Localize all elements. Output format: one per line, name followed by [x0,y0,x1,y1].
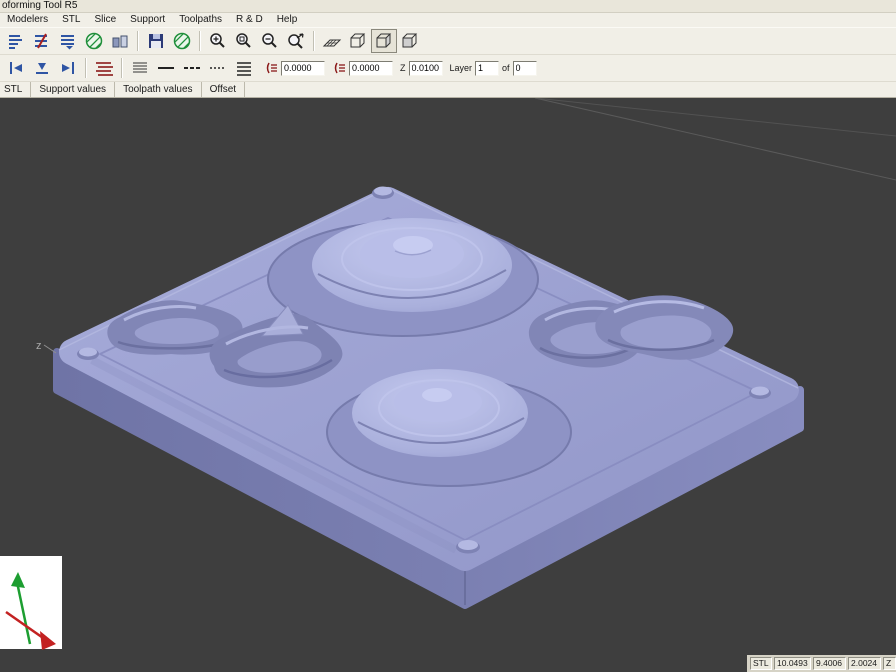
z-step-group: Z [399,61,443,76]
save-icon [147,32,165,50]
offset-b-group [331,60,393,76]
dotted-line-button[interactable] [205,56,231,80]
separator [121,58,123,78]
layer-next-button[interactable] [55,56,81,80]
machine-button[interactable] [107,29,133,53]
separator [313,31,315,51]
view-plane-button[interactable] [319,29,345,53]
layer-of-label: of [501,63,511,73]
offset-a-group [263,60,325,76]
viewport-canvas[interactable]: z [0,98,896,672]
view-box-iso-icon [374,32,394,50]
menu-toolpaths[interactable]: Toolpaths [172,13,229,27]
view-box-left-icon [348,32,368,50]
z-step-label: Z [399,63,407,73]
dashed-line-icon [182,59,202,77]
tab-stl[interactable]: STL [0,82,31,97]
zoom-window-button[interactable] [231,29,257,53]
menu-rd[interactable]: R & D [229,13,270,27]
save-button[interactable] [143,29,169,53]
toolpath-lines-button[interactable] [91,56,117,80]
orientation-gizmo [0,556,62,650]
view-box-iso-button[interactable] [371,29,397,53]
contour-lines-button[interactable] [127,56,153,80]
menu-modelers[interactable]: Modelers [0,13,55,27]
stl-list-button[interactable] [3,29,29,53]
sphere-shaded-icon [85,32,103,50]
tab-offset[interactable]: Offset [202,82,246,97]
model-3d [57,187,800,606]
layer-current-field[interactable] [475,61,499,76]
z-step-field[interactable] [409,61,443,76]
layer-down-icon [33,59,51,77]
viewport[interactable]: z [0,98,896,672]
status-mode: STL [750,657,772,670]
layer-down-button[interactable] [29,56,55,80]
separator [137,31,139,51]
layer-total-field[interactable] [513,61,537,76]
menu-slice[interactable]: Slice [87,13,123,27]
status-x: 10.0493 [774,657,811,670]
stl-compare-button[interactable] [29,29,55,53]
dashed-line-button[interactable] [179,56,205,80]
separator [85,58,87,78]
window-title: oforming Tool R5 [2,0,77,11]
z-axis-marker: z [36,340,56,353]
tab-strip: STL Support values Toolpath values Offse… [0,82,896,98]
tab-toolpath-values[interactable]: Toolpath values [115,82,202,97]
machine-icon [111,32,129,50]
contour-lines-icon [130,59,150,77]
menu-stl[interactable]: STL [55,13,87,27]
offset-b-field[interactable] [349,61,393,76]
view-box-right-icon [400,32,420,50]
stl-merge-icon [59,32,77,50]
menu-help[interactable]: Help [270,13,305,27]
tab-support-values[interactable]: Support values [31,82,115,97]
range-max-icon [331,60,347,76]
title-bar[interactable]: oforming Tool R5 [0,0,896,13]
view-box-left-button[interactable] [345,29,371,53]
zoom-in-button[interactable] [205,29,231,53]
solid-line-button[interactable] [153,56,179,80]
toolpath-lines-icon [94,59,114,77]
hatch-lines-button[interactable] [231,56,257,80]
menu-support[interactable]: Support [123,13,172,27]
zoom-in-icon [209,32,227,50]
menu-bar: Modelers STL Slice Support Toolpaths R &… [0,13,896,27]
zoom-out-button[interactable] [257,29,283,53]
stl-list-icon [7,32,25,50]
zoom-out-icon [261,32,279,50]
range-min-icon [263,60,279,76]
toolbar-main [0,27,896,55]
stl-merge-button[interactable] [55,29,81,53]
view-plane-icon [322,32,342,50]
layer-prev-icon [7,59,25,77]
stl-compare-icon [33,32,51,50]
sphere-slice-button[interactable] [169,29,195,53]
toolbar-layer: Z Layer of [0,55,896,82]
solid-line-icon [156,59,176,77]
offset-a-field[interactable] [281,61,325,76]
status-z: 2.0024 [848,657,881,670]
zoom-extents-button[interactable] [283,29,309,53]
status-extra: Z [883,657,896,670]
layer-next-icon [59,59,77,77]
layer-group: Layer of [449,61,537,76]
layer-prev-button[interactable] [3,56,29,80]
sphere-slice-icon [173,32,191,50]
application-window: oforming Tool R5 Modelers STL Slice Supp… [0,0,896,672]
zoom-window-icon [235,32,253,50]
dotted-line-icon [208,59,228,77]
view-box-right-button[interactable] [397,29,423,53]
z-axis-label: z [36,340,42,352]
status-y: 9.4006 [813,657,846,670]
hatch-lines-icon [234,59,254,77]
status-bar: STL 10.0493 9.4006 2.0024 Z [747,655,896,672]
sphere-shaded-button[interactable] [81,29,107,53]
separator [199,31,201,51]
layer-label: Layer [449,63,474,73]
zoom-extents-icon [287,32,305,50]
workspace-axis-lines [535,98,896,180]
